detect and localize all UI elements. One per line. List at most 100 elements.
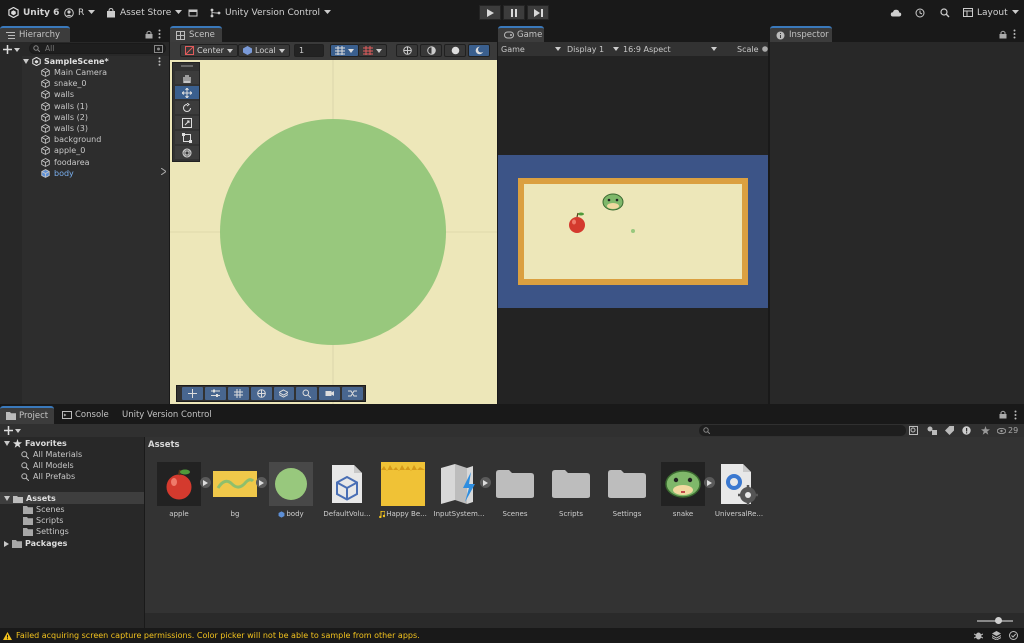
star-favorite-icon[interactable] xyxy=(981,426,990,435)
tab-unity-version-control[interactable]: Unity Version Control xyxy=(116,406,218,424)
hierarchy-item[interactable]: walls (2) xyxy=(41,112,88,123)
hierarchy-item[interactable]: background xyxy=(41,134,101,145)
hierarchy-search-input[interactable]: All xyxy=(29,43,166,54)
tab-scene[interactable]: Scene xyxy=(170,26,222,42)
scene-root[interactable]: SampleScene* xyxy=(23,56,109,67)
label-tag-icon[interactable] xyxy=(945,426,954,435)
scene-kebab-icon[interactable] xyxy=(158,57,161,66)
grid-snap-dropdown[interactable] xyxy=(330,44,359,57)
bug-icon[interactable] xyxy=(974,631,983,640)
asset-item[interactable]: DefaultVolu... xyxy=(319,461,375,518)
layout-dropdown[interactable]: Layout xyxy=(963,0,1019,25)
kebab-menu-icon[interactable] xyxy=(158,29,161,39)
overlay-camera-button[interactable] xyxy=(319,387,341,400)
aspect-dropdown[interactable]: 16:9 Aspect xyxy=(623,42,717,56)
hierarchy-item[interactable]: walls (3) xyxy=(41,123,88,134)
step-button[interactable] xyxy=(527,5,549,20)
breadcrumb-assets[interactable]: Assets xyxy=(148,440,180,450)
scale-tool-button[interactable] xyxy=(175,116,199,129)
tab-hierarchy[interactable]: Hierarchy xyxy=(0,26,70,42)
rect-tool-button[interactable] xyxy=(175,131,199,144)
asset-folder-item[interactable]: Settings xyxy=(23,526,69,537)
overlay-move-button[interactable] xyxy=(182,387,203,400)
status-message[interactable]: Failed acquiring screen capture permissi… xyxy=(16,631,420,640)
overlay-sorting-button[interactable] xyxy=(204,387,226,400)
asset-item[interactable]: Settings xyxy=(599,461,655,518)
chevron-right-icon[interactable] xyxy=(161,168,166,175)
overlay-shuffle-button[interactable] xyxy=(342,387,363,400)
asset-item[interactable]: UniversalRe... xyxy=(711,461,767,518)
pause-button[interactable] xyxy=(503,5,525,20)
check-circle-icon[interactable] xyxy=(1009,631,1018,640)
filter-icon[interactable] xyxy=(154,45,163,53)
history-button[interactable] xyxy=(915,0,925,25)
kebab-menu-icon[interactable] xyxy=(1013,29,1016,39)
packages-node[interactable]: Packages xyxy=(4,538,67,549)
asset-item[interactable]: Scenes xyxy=(487,461,543,518)
asset-item[interactable]: snake xyxy=(655,461,715,518)
tab-game[interactable]: Game xyxy=(498,26,544,42)
favorites-node[interactable]: Favorites xyxy=(4,438,67,449)
project-search-input[interactable] xyxy=(699,425,906,436)
hierarchy-item[interactable]: body xyxy=(41,168,74,179)
lock-icon[interactable] xyxy=(999,30,1007,39)
cloud-button[interactable] xyxy=(890,0,902,25)
asset-folder-item[interactable]: Scripts xyxy=(23,515,63,526)
pivot-dropdown[interactable]: Center xyxy=(180,44,238,57)
version-control-dropdown[interactable]: Unity Version Control xyxy=(210,0,331,25)
play-button[interactable] xyxy=(479,5,501,20)
kebab-menu-icon[interactable] xyxy=(1014,410,1017,420)
hierarchy-item[interactable]: snake_0 xyxy=(41,78,87,89)
project-create-button[interactable] xyxy=(4,425,21,436)
search-by-type-icon[interactable] xyxy=(909,426,918,435)
scale-slider[interactable]: Scale xyxy=(737,42,768,56)
icon-size-slider-thumb[interactable] xyxy=(995,617,1002,624)
filter-type-icon[interactable] xyxy=(927,426,937,435)
body-sprite[interactable] xyxy=(220,119,446,345)
lock-icon[interactable] xyxy=(999,410,1007,419)
shading-mode-button[interactable] xyxy=(420,44,442,57)
stack-icon[interactable] xyxy=(992,631,1001,640)
search-button[interactable] xyxy=(940,0,950,25)
asset-item[interactable]: Scripts xyxy=(543,461,599,518)
space-dropdown[interactable]: Local xyxy=(238,44,290,57)
lighting-toggle-button[interactable] xyxy=(444,44,466,57)
warning-filter-icon[interactable] xyxy=(962,426,971,435)
favorite-item[interactable]: All Models xyxy=(21,460,74,471)
asset-item[interactable]: Happy Be... xyxy=(375,461,431,518)
asset-store-dropdown[interactable]: Asset Store xyxy=(106,0,183,25)
hierarchy-item[interactable]: apple_0 xyxy=(41,145,85,156)
tab-inspector[interactable]: Inspector xyxy=(770,26,832,42)
snap-increment-input[interactable]: 1 xyxy=(294,44,324,57)
hidden-packages-toggle[interactable]: 29 xyxy=(997,425,1018,436)
lock-icon[interactable] xyxy=(145,30,153,39)
asset-item[interactable]: apple xyxy=(151,461,211,518)
overlay-grid-button[interactable] xyxy=(227,387,249,400)
overlay-search-button[interactable] xyxy=(296,387,318,400)
gizmo-toggle-button[interactable] xyxy=(396,44,418,57)
asset-item[interactable]: InputSystem... xyxy=(431,461,491,518)
account-dropdown[interactable]: R xyxy=(64,0,96,25)
scene-viewport[interactable] xyxy=(170,60,497,404)
rotate-tool-button[interactable] xyxy=(175,101,199,114)
transform-tool-button[interactable] xyxy=(175,146,199,159)
display-dropdown[interactable]: Display 1 xyxy=(567,42,620,56)
unity-menu[interactable]: Unity 6 xyxy=(8,0,59,25)
game-viewport[interactable] xyxy=(498,56,768,404)
overlay-layers-button[interactable] xyxy=(273,387,295,400)
increment-snap-dropdown[interactable] xyxy=(358,44,387,57)
asset-item[interactable]: bg xyxy=(207,461,267,518)
tab-console[interactable]: Console xyxy=(56,406,115,424)
tab-project[interactable]: Project xyxy=(0,406,55,424)
palette-grip[interactable] xyxy=(181,65,193,67)
game-view-dropdown[interactable]: Game xyxy=(501,42,561,56)
favorite-item[interactable]: All Prefabs xyxy=(21,471,75,482)
create-button[interactable] xyxy=(3,44,20,55)
asset-item[interactable]: body xyxy=(263,461,319,518)
hierarchy-item[interactable]: foodarea xyxy=(41,157,90,168)
move-tool-button[interactable] xyxy=(175,86,199,99)
assets-node[interactable]: Assets xyxy=(4,493,56,504)
hierarchy-item[interactable]: Main Camera xyxy=(41,67,107,78)
asset-folder-item[interactable]: Scenes xyxy=(23,504,65,515)
overlay-globe-button[interactable] xyxy=(250,387,272,400)
